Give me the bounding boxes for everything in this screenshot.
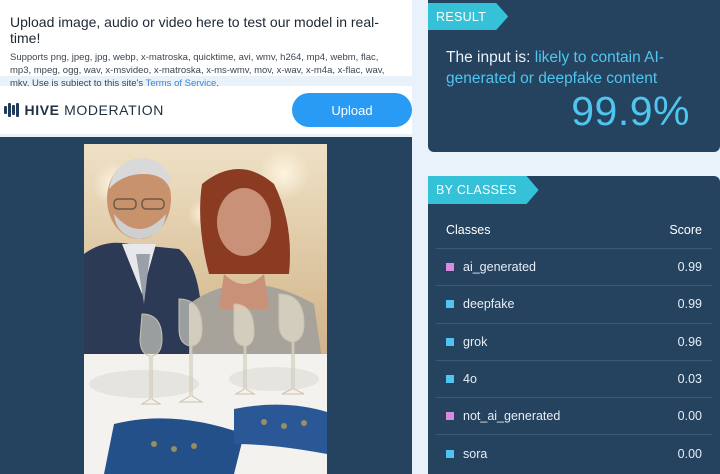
classes-table: ai_generated 0.99 deepfake 0.99 grok 0.9… (436, 248, 712, 472)
class-name: not_ai_generated (463, 409, 561, 424)
class-row: sora 0.00 (436, 434, 712, 471)
class-row: deepfake 0.99 (436, 285, 712, 322)
class-color-swatch (446, 263, 454, 272)
class-color-swatch (446, 337, 454, 346)
upload-description: Supports png, jpeg, jpg, webp, x-matrosk… (10, 51, 400, 90)
class-name: grok (463, 334, 488, 349)
class-score: 0.00 (677, 409, 702, 424)
result-card: RESULT The input is: likely to contain A… (428, 0, 720, 152)
class-row: ai_generated 0.99 (436, 248, 712, 285)
media-preview-panel (0, 137, 412, 474)
result-tab-label: RESULT (428, 3, 508, 30)
upload-button[interactable]: Upload (292, 93, 412, 127)
class-row: grok 0.96 (436, 322, 712, 360)
class-name: deepfake (463, 297, 515, 312)
class-score: 0.00 (677, 446, 702, 461)
class-score: 0.99 (677, 260, 702, 275)
class-name: ai_generated (463, 260, 536, 275)
brand-bar: HIVE MODERATION Upload (0, 86, 412, 134)
class-name: sora (463, 446, 488, 461)
class-color-swatch (446, 300, 454, 309)
score-column-header: Score (669, 223, 702, 237)
by-classes-card: BY CLASSES Classes Score ai_generated 0.… (428, 176, 720, 474)
class-score: 0.96 (677, 334, 702, 349)
class-score: 0.03 (677, 372, 702, 387)
hive-moderation-logo: HIVE MODERATION (4, 102, 164, 118)
class-color-swatch (446, 375, 454, 384)
result-score: 99.9% (571, 88, 690, 134)
classes-column-header: Classes (446, 223, 491, 237)
class-score: 0.99 (677, 297, 702, 312)
uploaded-image-preview (84, 144, 327, 474)
class-name: 4o (463, 372, 477, 387)
class-row: 4o 0.03 (436, 359, 712, 397)
result-prefix: The input is: (446, 49, 535, 66)
brand-name: HIVE MODERATION (24, 102, 164, 118)
hive-bars-icon (4, 103, 19, 117)
result-verdict-text: The input is: likely to contain AI-gener… (446, 47, 706, 89)
by-classes-tab-label: BY CLASSES (428, 176, 539, 204)
class-color-swatch (446, 412, 454, 421)
class-color-swatch (446, 449, 454, 458)
upload-info-card: Upload image, audio or video here to tes… (0, 0, 412, 89)
classes-table-header: Classes Score (446, 223, 702, 237)
class-row: not_ai_generated 0.00 (436, 397, 712, 434)
upload-title: Upload image, audio or video here to tes… (10, 14, 379, 46)
